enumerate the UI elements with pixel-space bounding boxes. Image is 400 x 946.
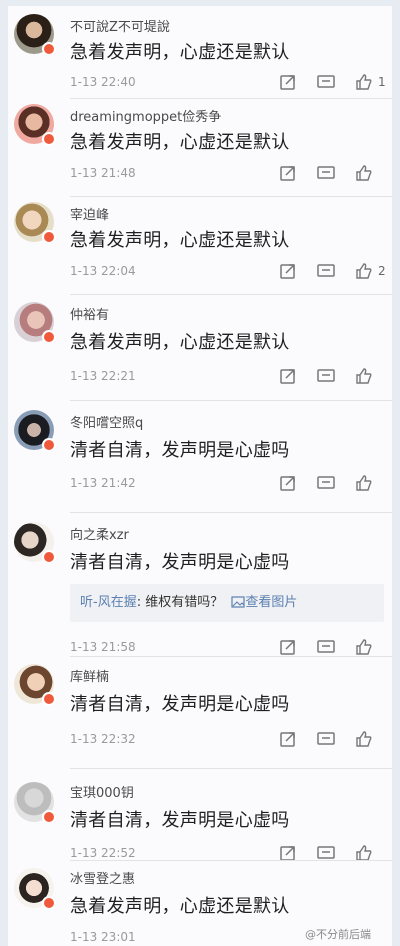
comment-icon[interactable] — [316, 261, 336, 281]
comment-item: dreamingmoppet俭秀争 急着发声明，心虚还是默认 1-13 21:4… — [8, 98, 392, 196]
comment-list: 不可說Z不可堤說 急着发声明，心虚还是默认 1-13 22:40 1 dream… — [8, 6, 392, 946]
comment-icon[interactable] — [316, 637, 336, 657]
comment-actions: 1 — [260, 72, 386, 92]
username[interactable]: 宰迫峰 — [70, 204, 109, 223]
share-icon[interactable] — [278, 637, 298, 657]
comment-item: 不可說Z不可堤說 急着发声明，心虚还是默认 1-13 22:40 1 — [8, 6, 392, 98]
timestamp: 1-13 21:48 — [70, 166, 136, 180]
watermark: @不分前后端 — [305, 928, 371, 941]
comment-item: 库鲜楠 清者自清，发声明是心虚吗 1-13 22:32 — [8, 656, 392, 768]
comment-item: 宰迫峰 急着发声明，心虚还是默认 1-13 22:04 2 — [8, 196, 392, 294]
comment-icon[interactable] — [316, 729, 336, 749]
timestamp: 1-13 22:32 — [70, 732, 136, 746]
timestamp: 1-13 22:52 — [70, 846, 136, 860]
username[interactable]: dreamingmoppet俭秀争 — [70, 106, 221, 125]
vip-badge-icon — [42, 550, 56, 564]
thumbs-up-icon[interactable] — [354, 72, 374, 92]
timestamp: 1-13 22:04 — [70, 264, 136, 278]
vip-badge-icon — [42, 810, 56, 824]
thumbs-up-icon[interactable] — [354, 366, 374, 386]
thumbs-up-icon[interactable] — [354, 261, 374, 281]
avatar[interactable] — [14, 782, 56, 826]
comment-actions — [260, 729, 386, 749]
comment-text: 急着发声明，心虚还是默认 — [70, 42, 290, 63]
comment-text: 急着发声明，心虚还是默认 — [70, 896, 290, 917]
thumbs-up-icon[interactable] — [354, 473, 374, 493]
comment-item: 宝琪000钥 清者自清，发声明是心虚吗 1-13 22:52 — [8, 768, 392, 861]
comment-text: 急着发声明，心虚还是默认 — [70, 132, 290, 153]
view-image-link[interactable]: 查看图片 — [245, 595, 297, 610]
thumbs-up-icon[interactable] — [354, 637, 374, 657]
username[interactable]: 仲裕有 — [70, 304, 109, 323]
avatar[interactable] — [14, 104, 56, 148]
timestamp: 1-13 22:40 — [70, 75, 136, 89]
comment-item: 向之柔xzr 清者自清，发声明是心虚吗 听-风在握: 维权有错吗？ 查看图片 1… — [8, 512, 392, 656]
avatar[interactable] — [14, 410, 56, 454]
share-icon[interactable] — [278, 72, 298, 92]
avatar[interactable] — [14, 868, 56, 912]
comment-icon[interactable] — [316, 473, 336, 493]
timestamp: 1-13 23:01 — [70, 930, 136, 944]
comment-text: 急着发声明，心虚还是默认 — [70, 230, 290, 251]
username[interactable]: 冰雪登之惠 — [70, 868, 135, 887]
timestamp: 1-13 22:21 — [70, 369, 136, 383]
comment-item: 仲裕有 急着发声明，心虚还是默认 1-13 22:21 — [8, 294, 392, 400]
quoted-username[interactable]: 听-风在握 — [80, 595, 137, 610]
share-icon[interactable] — [278, 729, 298, 749]
comment-text: 清者自清，发声明是心虚吗 — [70, 694, 290, 715]
comment-text: 清者自清，发声明是心虚吗 — [70, 810, 290, 831]
username[interactable]: 宝琪000钥 — [70, 782, 134, 801]
vip-badge-icon — [42, 132, 56, 146]
comment-text: 急着发声明，心虚还是默认 — [70, 332, 290, 353]
vip-badge-icon — [42, 42, 56, 56]
comment-actions — [260, 163, 386, 183]
thumbs-up-icon[interactable] — [354, 729, 374, 749]
like-count: 2 — [378, 264, 386, 278]
image-icon — [231, 587, 245, 625]
comment-actions — [260, 366, 386, 386]
quoted-reply[interactable]: 听-风在握: 维权有错吗？ 查看图片 — [70, 584, 384, 622]
vip-badge-icon — [42, 438, 56, 452]
share-icon[interactable] — [278, 473, 298, 493]
comment-icon[interactable] — [316, 366, 336, 386]
comment-text: 清者自清，发声明是心虚吗 — [70, 552, 290, 573]
quoted-text: : 维权有错吗？ — [136, 595, 224, 610]
avatar[interactable] — [14, 664, 56, 708]
like-count: 1 — [378, 75, 386, 89]
share-icon[interactable] — [278, 261, 298, 281]
avatar[interactable] — [14, 302, 56, 346]
comment-text: 清者自清，发声明是心虚吗 — [70, 440, 290, 461]
comment-icon[interactable] — [316, 72, 336, 92]
share-icon[interactable] — [278, 163, 298, 183]
comment-actions — [260, 637, 386, 657]
timestamp: 1-13 21:42 — [70, 476, 136, 490]
username[interactable]: 库鲜楠 — [70, 666, 109, 685]
share-icon[interactable] — [278, 366, 298, 386]
timestamp: 1-13 21:58 — [70, 640, 136, 654]
vip-badge-icon — [42, 692, 56, 706]
username[interactable]: 冬阳嚐空照q — [70, 412, 143, 431]
vip-badge-icon — [42, 230, 56, 244]
comment-item: 冬阳嚐空照q 清者自清，发声明是心虚吗 1-13 21:42 — [8, 400, 392, 512]
avatar[interactable] — [14, 522, 56, 566]
avatar[interactable] — [14, 14, 56, 58]
username[interactable]: 向之柔xzr — [70, 524, 129, 543]
comment-icon[interactable] — [316, 163, 336, 183]
vip-badge-icon — [42, 330, 56, 344]
comment-actions: 2 — [260, 261, 386, 281]
vip-badge-icon — [42, 896, 56, 910]
username[interactable]: 不可說Z不可堤說 — [70, 16, 170, 35]
thumbs-up-icon[interactable] — [354, 163, 374, 183]
avatar[interactable] — [14, 202, 56, 246]
comment-actions — [260, 473, 386, 493]
